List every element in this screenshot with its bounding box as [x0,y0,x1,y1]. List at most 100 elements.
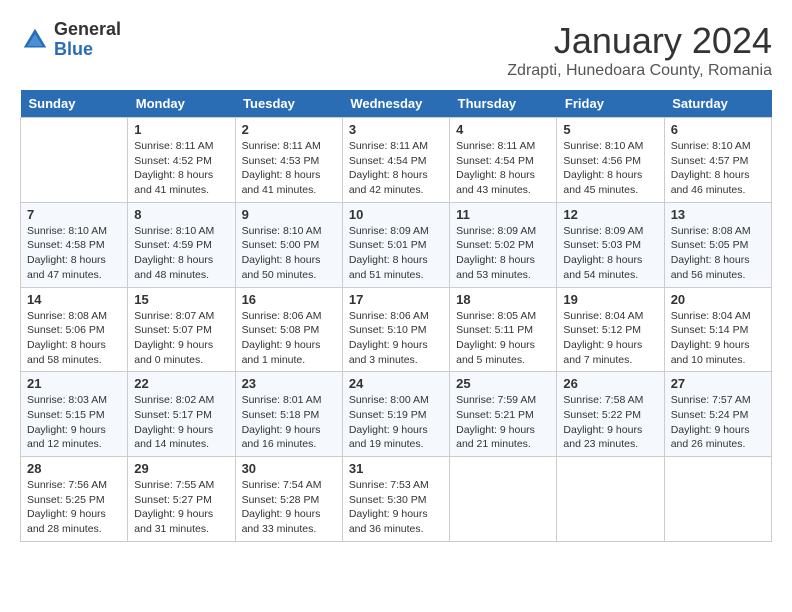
logo-text: General Blue [54,20,121,60]
month-title: January 2024 [507,20,772,62]
day-cell [664,457,771,542]
week-row-1: 1 Sunrise: 8:11 AM Sunset: 4:52 PM Daylig… [21,118,772,203]
day-number: 10 [349,207,443,222]
day-info: Sunrise: 8:05 AM Sunset: 5:11 PM Dayligh… [456,309,550,368]
day-info: Sunrise: 7:59 AM Sunset: 5:21 PM Dayligh… [456,393,550,452]
day-number: 1 [134,122,228,137]
day-number: 8 [134,207,228,222]
week-row-2: 7Sunrise: 8:10 AM Sunset: 4:58 PM Daylig… [21,202,772,287]
day-header-wednesday: Wednesday [342,90,449,118]
calendar-table: SundayMondayTuesdayWednesdayThursdayFrid… [20,90,772,542]
day-cell: 26Sunrise: 7:58 AM Sunset: 5:22 PM Dayli… [557,372,664,457]
day-number: 7 [27,207,121,222]
day-number: 2 [242,122,336,137]
day-header-thursday: Thursday [450,90,557,118]
day-cell: 9Sunrise: 8:10 AM Sunset: 5:00 PM Daylig… [235,202,342,287]
day-cell: 13Sunrise: 8:08 AM Sunset: 5:05 PM Dayli… [664,202,771,287]
day-number: 16 [242,292,336,307]
days-header-row: SundayMondayTuesdayWednesdayThursdayFrid… [21,90,772,118]
day-number: 9 [242,207,336,222]
location-subtitle: Zdrapti, Hunedoara County, Romania [507,62,772,80]
day-number: 26 [563,376,657,391]
day-cell: 28Sunrise: 7:56 AM Sunset: 5:25 PM Dayli… [21,457,128,542]
day-info: Sunrise: 8:09 AM Sunset: 5:01 PM Dayligh… [349,224,443,283]
day-number: 24 [349,376,443,391]
day-info: Sunrise: 7:53 AM Sunset: 5:30 PM Dayligh… [349,478,443,537]
title-area: January 2024 Zdrapti, Hunedoara County, … [507,20,772,80]
day-cell: 22Sunrise: 8:02 AM Sunset: 5:17 PM Dayli… [128,372,235,457]
day-header-friday: Friday [557,90,664,118]
day-info: Sunrise: 8:01 AM Sunset: 5:18 PM Dayligh… [242,393,336,452]
day-cell [21,118,128,203]
day-number: 6 [671,122,765,137]
day-cell: 12 Sunrise: 8:09 AM Sunset: 5:03 PM Dayli… [557,202,664,287]
day-info: Sunrise: 8:10 AM Sunset: 4:59 PM Dayligh… [134,224,228,283]
day-info: Sunrise: 7:57 AM Sunset: 5:24 PM Dayligh… [671,393,765,452]
day-cell [557,457,664,542]
day-cell: 5 Sunrise: 8:10 AM Sunset: 4:56 PM Daylig… [557,118,664,203]
day-cell: 21 Sunrise: 8:03 AM Sunset: 5:15 PM Dayli… [21,372,128,457]
day-number: 3 [349,122,443,137]
day-number: 15 [134,292,228,307]
page-header: General Blue January 2024 Zdrapti, Huned… [20,20,772,80]
day-info: Sunrise: 8:06 AM Sunset: 5:10 PM Dayligh… [349,309,443,368]
day-header-monday: Monday [128,90,235,118]
day-info: Sunrise: 8:09 AM Sunset: 5:02 PM Dayligh… [456,224,550,283]
day-info: Sunrise: 8:09 AM Sunset: 5:03 PM Dayligh… [563,224,657,283]
day-info: Sunrise: 8:00 AM Sunset: 5:19 PM Dayligh… [349,393,443,452]
day-number: 20 [671,292,765,307]
day-cell: 23Sunrise: 8:01 AM Sunset: 5:18 PM Dayli… [235,372,342,457]
week-row-4: 21 Sunrise: 8:03 AM Sunset: 5:15 PM Dayli… [21,372,772,457]
day-cell [450,457,557,542]
day-number: 14 [27,292,121,307]
day-cell: 4Sunrise: 8:11 AM Sunset: 4:54 PM Daylig… [450,118,557,203]
day-number: 5 [563,122,657,137]
day-cell: 7Sunrise: 8:10 AM Sunset: 4:58 PM Daylig… [21,202,128,287]
day-number: 11 [456,207,550,222]
day-cell: 14 Sunrise: 8:08 AM Sunset: 5:06 PM Dayli… [21,287,128,372]
day-number: 13 [671,207,765,222]
day-header-sunday: Sunday [21,90,128,118]
day-info: Sunrise: 7:55 AM Sunset: 5:27 PM Dayligh… [134,478,228,537]
day-cell: 18 Sunrise: 8:05 AM Sunset: 5:11 PM Dayli… [450,287,557,372]
day-info: Sunrise: 8:11 AM Sunset: 4:52 PM Dayligh… [134,139,228,198]
day-number: 12 [563,207,657,222]
day-number: 21 [27,376,121,391]
day-cell: 17 Sunrise: 8:06 AM Sunset: 5:10 PM Dayli… [342,287,449,372]
day-cell: 16 Sunrise: 8:06 AM Sunset: 5:08 PM Dayli… [235,287,342,372]
day-info: Sunrise: 8:10 AM Sunset: 4:56 PM Dayligh… [563,139,657,198]
day-info: Sunrise: 7:54 AM Sunset: 5:28 PM Dayligh… [242,478,336,537]
day-cell: 20 Sunrise: 8:04 AM Sunset: 5:14 PM Dayli… [664,287,771,372]
day-cell: 19 Sunrise: 8:04 AM Sunset: 5:12 PM Dayli… [557,287,664,372]
day-number: 18 [456,292,550,307]
day-header-saturday: Saturday [664,90,771,118]
day-cell: 31 Sunrise: 7:53 AM Sunset: 5:30 PM Dayli… [342,457,449,542]
day-number: 4 [456,122,550,137]
week-row-5: 28Sunrise: 7:56 AM Sunset: 5:25 PM Dayli… [21,457,772,542]
day-number: 29 [134,461,228,476]
day-number: 22 [134,376,228,391]
day-info: Sunrise: 8:10 AM Sunset: 4:57 PM Dayligh… [671,139,765,198]
day-cell: 11 Sunrise: 8:09 AM Sunset: 5:02 PM Dayli… [450,202,557,287]
day-info: Sunrise: 8:04 AM Sunset: 5:14 PM Dayligh… [671,309,765,368]
logo-icon [20,25,50,55]
day-cell: 10 Sunrise: 8:09 AM Sunset: 5:01 PM Dayli… [342,202,449,287]
day-number: 17 [349,292,443,307]
day-cell: 6 Sunrise: 8:10 AM Sunset: 4:57 PM Daylig… [664,118,771,203]
day-cell: 24 Sunrise: 8:00 AM Sunset: 5:19 PM Dayli… [342,372,449,457]
day-cell: 25Sunrise: 7:59 AM Sunset: 5:21 PM Dayli… [450,372,557,457]
day-info: Sunrise: 8:08 AM Sunset: 5:06 PM Dayligh… [27,309,121,368]
day-info: Sunrise: 8:11 AM Sunset: 4:53 PM Dayligh… [242,139,336,198]
day-cell: 2 Sunrise: 8:11 AM Sunset: 4:53 PM Daylig… [235,118,342,203]
day-number: 28 [27,461,121,476]
day-number: 31 [349,461,443,476]
day-cell: 30 Sunrise: 7:54 AM Sunset: 5:28 PM Dayli… [235,457,342,542]
day-info: Sunrise: 8:11 AM Sunset: 4:54 PM Dayligh… [349,139,443,198]
day-cell: 1 Sunrise: 8:11 AM Sunset: 4:52 PM Daylig… [128,118,235,203]
day-info: Sunrise: 8:03 AM Sunset: 5:15 PM Dayligh… [27,393,121,452]
day-number: 30 [242,461,336,476]
day-info: Sunrise: 8:04 AM Sunset: 5:12 PM Dayligh… [563,309,657,368]
day-info: Sunrise: 8:06 AM Sunset: 5:08 PM Dayligh… [242,309,336,368]
logo: General Blue [20,20,121,60]
day-number: 19 [563,292,657,307]
